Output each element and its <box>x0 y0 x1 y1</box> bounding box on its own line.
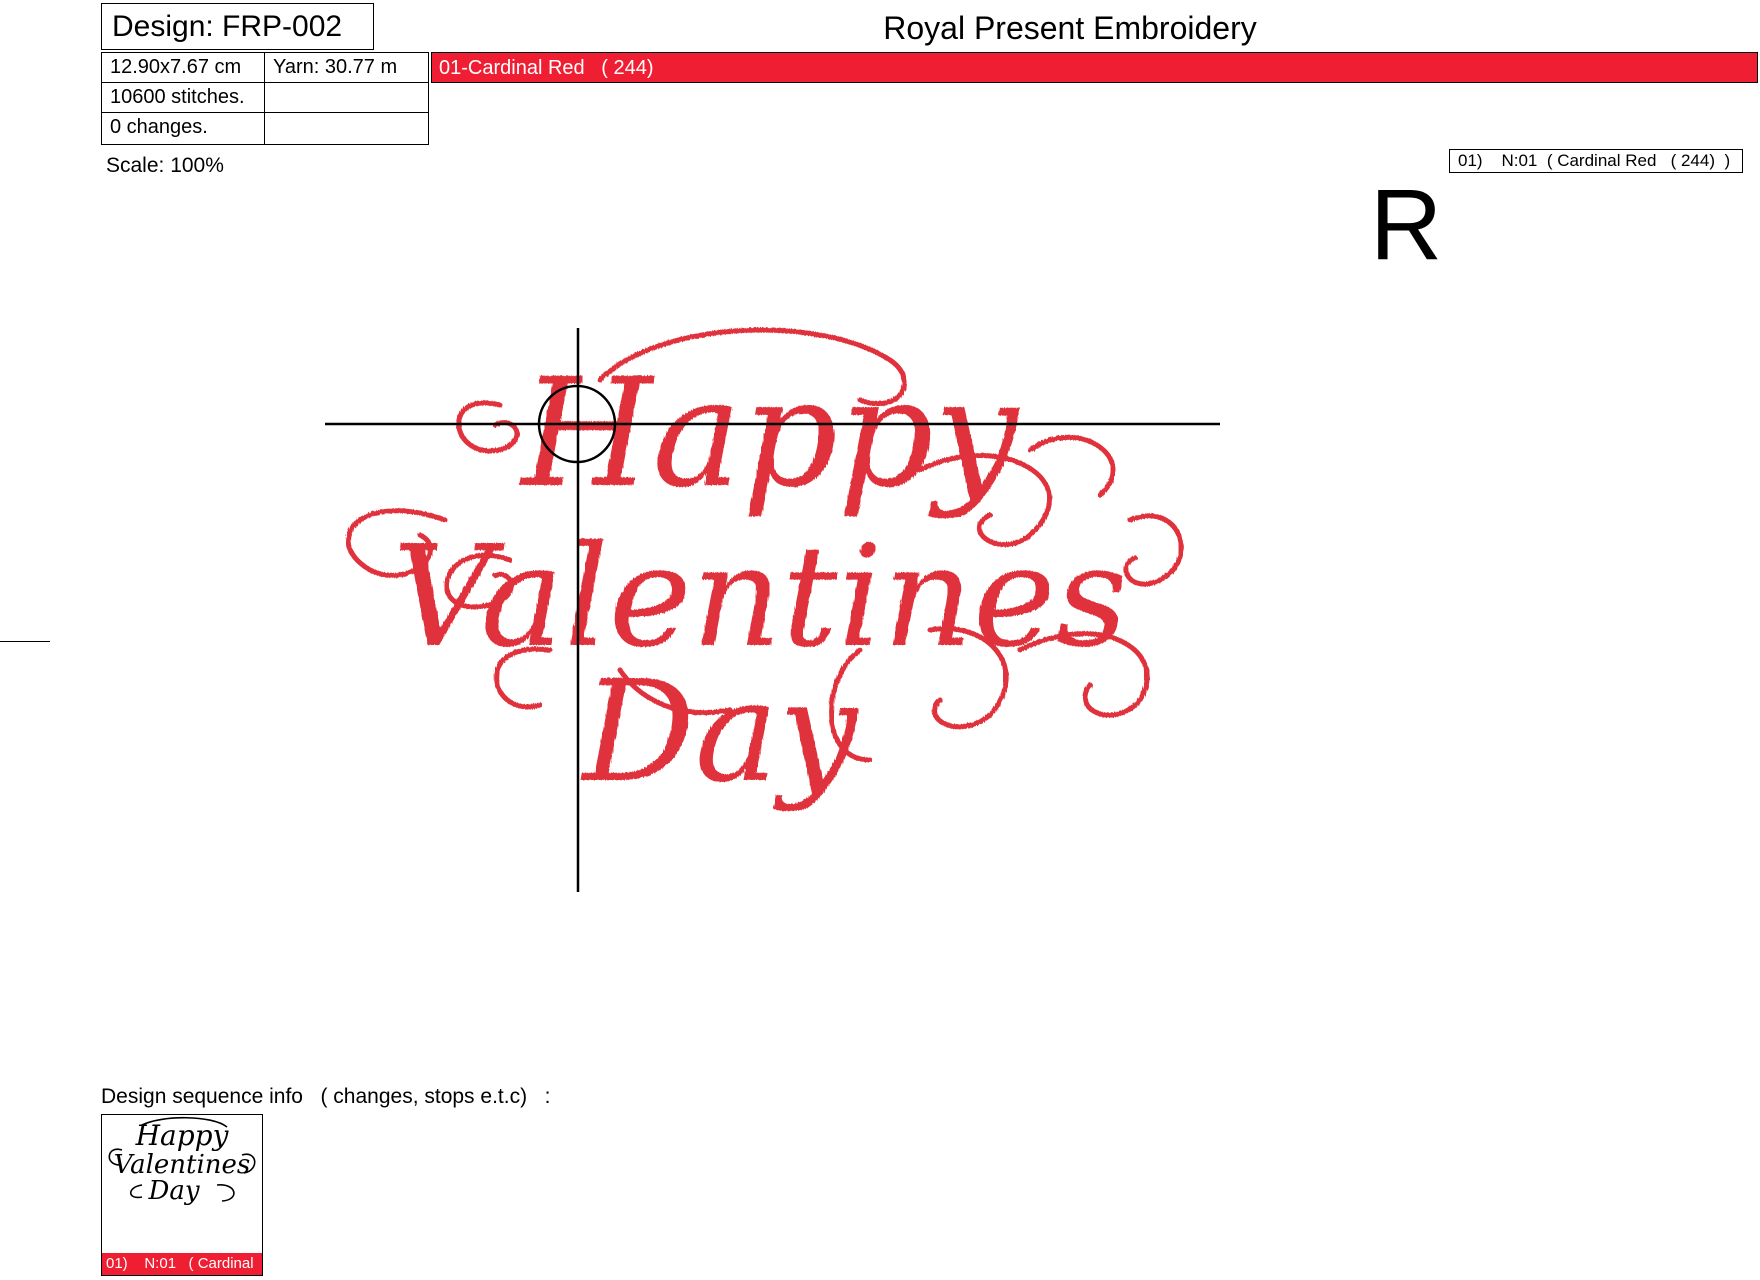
thumb-text-happy: Happy <box>135 1119 230 1152</box>
brand-title: Royal Present Embroidery <box>883 10 1257 46</box>
color-changes-count: 0 changes. <box>101 112 265 145</box>
needle-legend-text: 01) N:01 ( Cardinal Red ( 244) ) <box>1458 151 1731 170</box>
edge-tick-mark <box>0 641 50 642</box>
thumb-text-day: Day <box>147 1176 199 1206</box>
thumbnail-design-art: Happy Valentines Day <box>108 1116 256 1206</box>
design-title: Design: FRP-002 <box>112 10 343 43</box>
thumbnail-needle-label: 01) N:01 ( Cardinal <box>106 1255 254 1272</box>
design-text-happy: Happy <box>518 347 1020 521</box>
needle-legend: 01) N:01 ( Cardinal Red ( 244) ) <box>1449 149 1743 173</box>
thread-color-label: 01-Cardinal Red ( 244) <box>439 57 654 79</box>
thread-color-bar: 01-Cardinal Red ( 244) <box>431 52 1758 83</box>
design-id-box: Design: FRP-002 <box>101 3 374 50</box>
info-empty-cell <box>264 82 429 113</box>
design-size: 12.90x7.67 cm <box>101 52 265 83</box>
orientation-mark: R <box>1370 169 1443 281</box>
yarn-length: Yarn: 30.77 m <box>264 52 429 83</box>
info-empty-cell <box>264 112 429 145</box>
sequence-thumbnail[interactable]: Happy Valentines Day 01) N:01 ( Cardinal <box>101 1114 263 1276</box>
stitch-count: 10600 stitches. <box>101 82 265 113</box>
design-text-day: Day <box>580 651 860 814</box>
scale-label: Scale: 100% <box>106 154 224 177</box>
sequence-info-label: Design sequence info ( changes, stops e.… <box>101 1085 551 1108</box>
thumbnail-color-bar: 01) N:01 ( Cardinal <box>102 1253 262 1275</box>
embroidery-design-preview: Happy Valentines Day <box>325 327 1220 892</box>
